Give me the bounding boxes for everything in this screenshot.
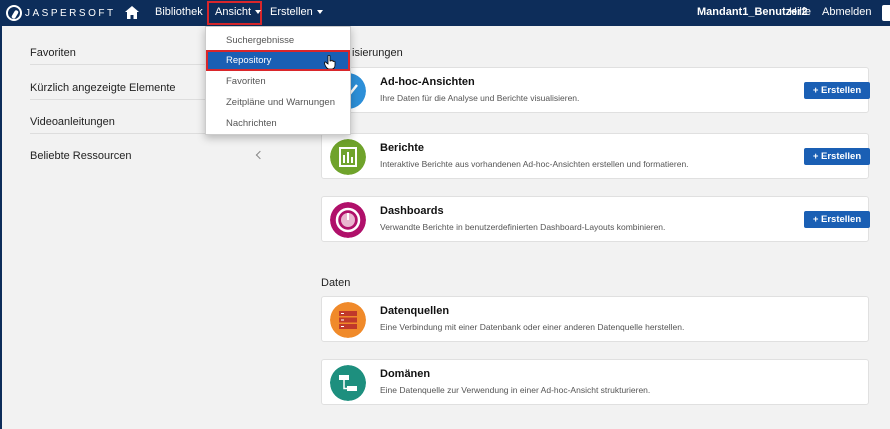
card-title: Ad-hoc-Ansichten bbox=[380, 76, 475, 88]
card-title: Domänen bbox=[380, 368, 431, 380]
chevron-left-icon[interactable] bbox=[255, 150, 265, 160]
caret-down-icon bbox=[316, 10, 323, 15]
logo-text: JASPERSOFT bbox=[25, 7, 116, 19]
card-title: Berichte bbox=[380, 142, 425, 154]
card-description: Interaktive Berichte aus vorhandenen Ad-… bbox=[380, 159, 689, 169]
nav-create[interactable]: Erstellen bbox=[270, 6, 323, 18]
sidebar-item-recent[interactable]: Kürzlich angezeigte Elemente bbox=[30, 82, 176, 94]
card-description: Eine Verbindung mit einer Datenbank oder… bbox=[380, 322, 685, 332]
card-adhoc-views[interactable]: Ad-hoc-Ansichten Ihre Daten für die Anal… bbox=[321, 67, 870, 113]
card-description: Eine Datenquelle zur Verwendung in einer… bbox=[380, 385, 651, 395]
logo-mark-icon bbox=[6, 5, 22, 21]
caret-down-icon bbox=[255, 10, 262, 15]
card-reports[interactable]: Berichte Interaktive Berichte aus vorhan… bbox=[321, 133, 870, 179]
section-title-visualize: isierungen bbox=[352, 47, 403, 59]
card-domains[interactable]: Domänen Eine Datenquelle zur Verwendung … bbox=[321, 359, 869, 405]
help-link[interactable]: Hilfe bbox=[789, 6, 811, 18]
home-icon[interactable] bbox=[125, 6, 139, 19]
create-dashboard-button[interactable]: + Erstellen bbox=[804, 211, 870, 228]
nav-library[interactable]: Bibliothek bbox=[155, 6, 203, 18]
hand-pointer-icon bbox=[324, 55, 336, 69]
menu-item-schedules[interactable]: Zeitpläne und Warnungen bbox=[206, 92, 350, 113]
nav-create-label: Erstellen bbox=[270, 6, 313, 18]
sidebar-item-favorites[interactable]: Favoriten bbox=[30, 47, 76, 59]
menu-item-messages[interactable]: Nachrichten bbox=[206, 113, 350, 134]
menu-item-search-results[interactable]: Suchergebnisse bbox=[206, 30, 350, 51]
sidebar-item-popular[interactable]: Beliebte Ressourcen bbox=[30, 150, 132, 162]
domain-icon bbox=[330, 365, 366, 401]
create-adhoc-button[interactable]: + Erstellen bbox=[804, 82, 870, 99]
nav-view-label: Ansicht bbox=[215, 6, 252, 18]
database-icon bbox=[330, 302, 366, 338]
view-dropdown-menu: Suchergebnisse Repository Favoriten Zeit… bbox=[205, 26, 351, 135]
section-title-data: Daten bbox=[321, 277, 351, 289]
card-data-sources[interactable]: Datenquellen Eine Verbindung mit einer D… bbox=[321, 296, 869, 342]
nav-view[interactable]: Ansicht bbox=[215, 6, 262, 18]
card-title: Dashboards bbox=[380, 205, 444, 217]
search-box-edge[interactable] bbox=[882, 5, 890, 21]
report-icon bbox=[330, 139, 366, 175]
card-dashboards[interactable]: Dashboards Verwandte Berichte in benutze… bbox=[321, 196, 870, 242]
logout-link[interactable]: Abmelden bbox=[822, 6, 872, 18]
menu-item-favorites[interactable]: Favoriten bbox=[206, 71, 350, 92]
card-description: Ihre Daten für die Analyse und Berichte … bbox=[380, 93, 580, 103]
card-description: Verwandte Berichte in benutzerdefinierte… bbox=[380, 222, 666, 232]
card-title: Datenquellen bbox=[380, 305, 450, 317]
jaspersoft-logo[interactable]: JASPERSOFT bbox=[6, 5, 116, 21]
gauge-icon bbox=[330, 202, 366, 238]
create-report-button[interactable]: + Erstellen bbox=[804, 148, 870, 165]
top-navigation-bar: JASPERSOFT Bibliothek Ansicht Erstellen … bbox=[0, 0, 890, 26]
sidebar-item-videos[interactable]: Videoanleitungen bbox=[30, 116, 115, 128]
